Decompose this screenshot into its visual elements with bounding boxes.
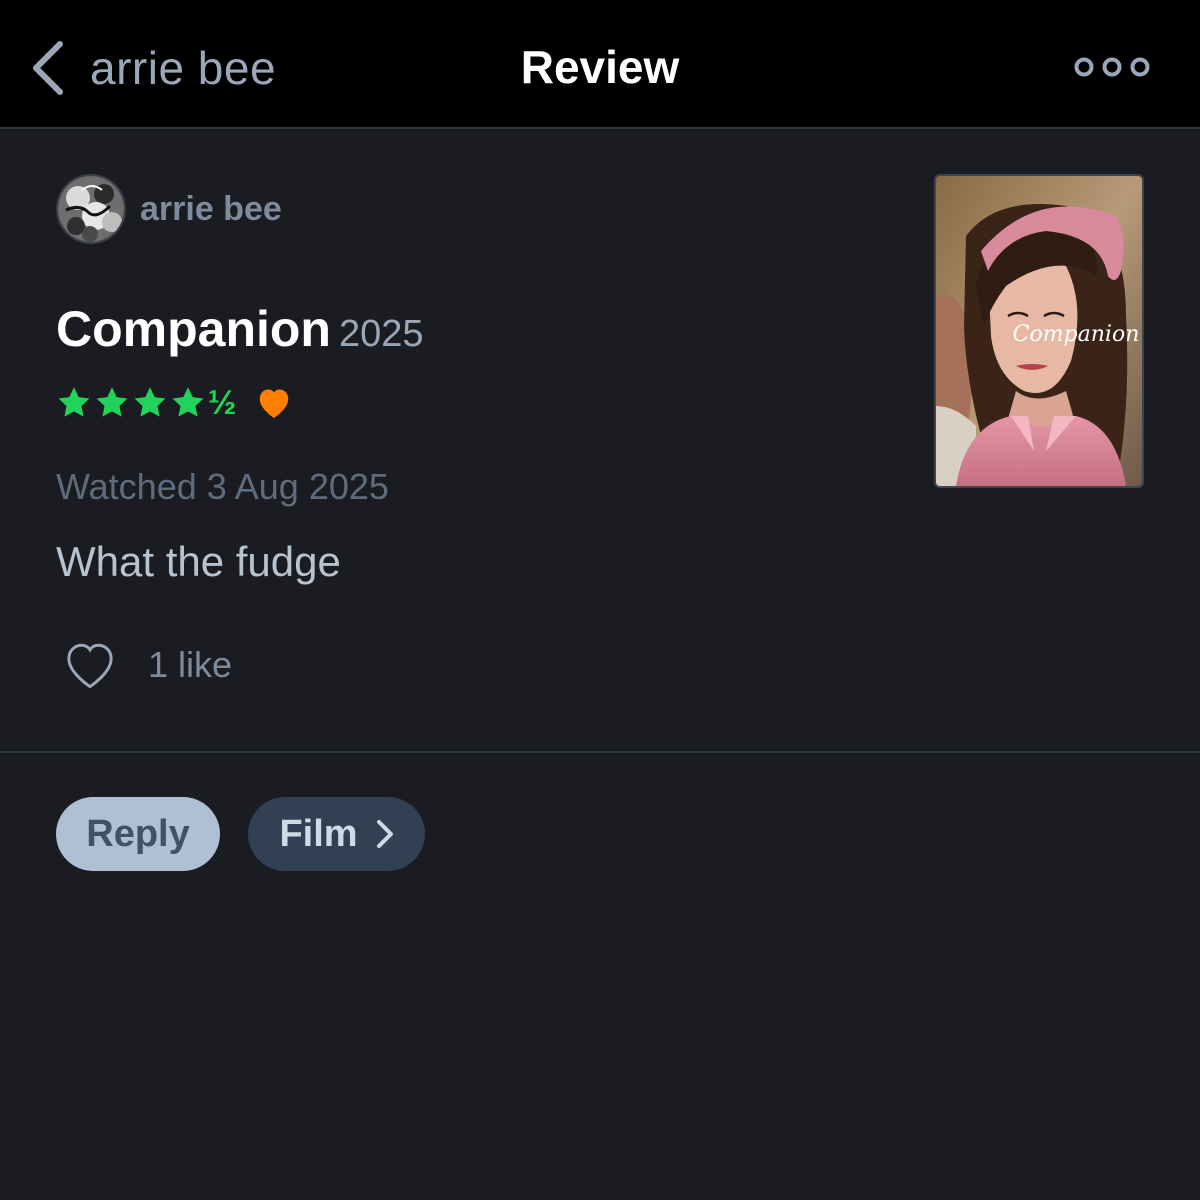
navigation-bar: arrie bee Review	[0, 0, 1200, 129]
half-star: ½	[208, 384, 237, 422]
chevron-right-icon	[376, 820, 393, 848]
heart-outline-icon	[67, 643, 113, 689]
star-icon	[58, 387, 90, 417]
heart-filled-icon	[260, 389, 289, 418]
watched-date: Watched 3 Aug 2025	[56, 466, 389, 507]
poster-title: Companion	[1013, 322, 1140, 347]
star-icon	[96, 387, 128, 417]
avatar	[56, 174, 126, 244]
like-button[interactable]: 1 like	[62, 640, 232, 690]
review-screen: arrie bee Review arrie bee Companion 202…	[0, 0, 1200, 1200]
divider	[0, 751, 1200, 753]
page-title: Review	[520, 41, 680, 93]
film-year: 2025	[338, 313, 424, 355]
more-icon[interactable]	[1074, 52, 1150, 82]
author-name: arrie bee	[140, 189, 282, 228]
like-count: 1 like	[148, 644, 233, 685]
rating-row: ½	[56, 383, 292, 423]
film-heading[interactable]: Companion 2025	[56, 300, 424, 358]
star-icon	[134, 387, 166, 417]
film-poster[interactable]: Companion	[934, 174, 1144, 488]
film-label: Film	[279, 812, 358, 855]
reply-button[interactable]: Reply	[56, 797, 220, 871]
reply-label: Reply	[86, 812, 190, 855]
review-text: What the fudge	[56, 538, 341, 585]
review-author[interactable]: arrie bee	[56, 174, 282, 244]
star-icon	[172, 387, 204, 417]
film-button[interactable]: Film	[248, 797, 425, 871]
film-title: Companion	[56, 301, 331, 357]
